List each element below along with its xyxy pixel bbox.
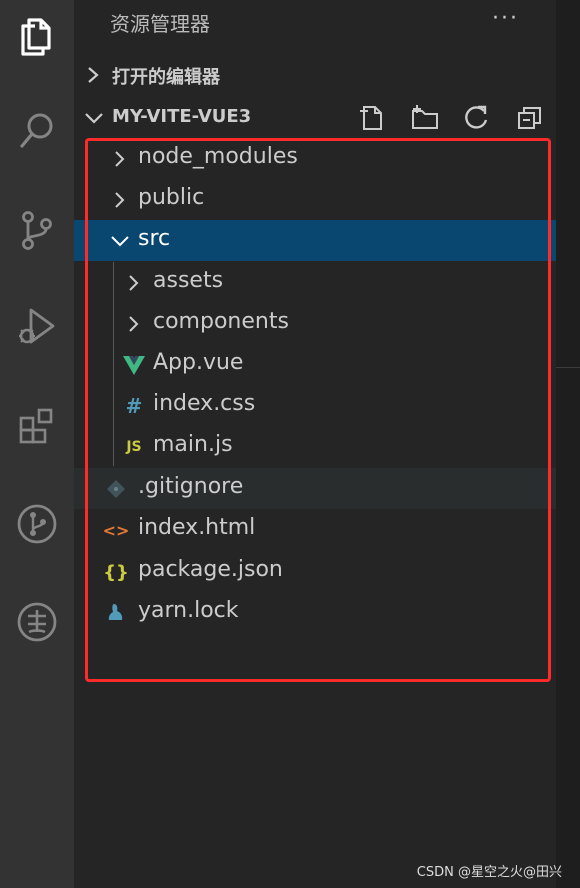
git-graph-icon[interactable] <box>0 494 74 554</box>
refresh-icon[interactable] <box>462 103 492 133</box>
watermark: CSDN @星空之火@田兴 <box>416 865 562 880</box>
new-folder-icon[interactable] <box>410 103 440 133</box>
new-file-icon[interactable] <box>357 103 387 133</box>
explorer-title: 资源管理器 <box>110 12 210 36</box>
translate-icon[interactable] <box>0 592 74 652</box>
chevron-right-icon <box>88 67 99 83</box>
extensions-icon[interactable] <box>0 396 74 456</box>
project-label: MY-VITE-VUE3 <box>112 106 252 127</box>
collapse-all-icon[interactable] <box>515 103 545 133</box>
activity-bar <box>0 0 74 888</box>
more-actions-icon[interactable]: ··· <box>492 6 519 31</box>
open-editors-label: 打开的编辑器 <box>112 67 220 88</box>
chevron-down-icon <box>85 113 103 124</box>
editor-area-edge <box>556 0 580 888</box>
source-control-icon[interactable] <box>0 200 74 260</box>
highlight-box <box>85 138 551 682</box>
search-icon[interactable] <box>0 100 74 160</box>
open-editors-section[interactable]: 打开的编辑器 <box>74 58 556 92</box>
run-debug-icon[interactable] <box>0 296 74 356</box>
explorer-icon[interactable] <box>0 6 74 66</box>
